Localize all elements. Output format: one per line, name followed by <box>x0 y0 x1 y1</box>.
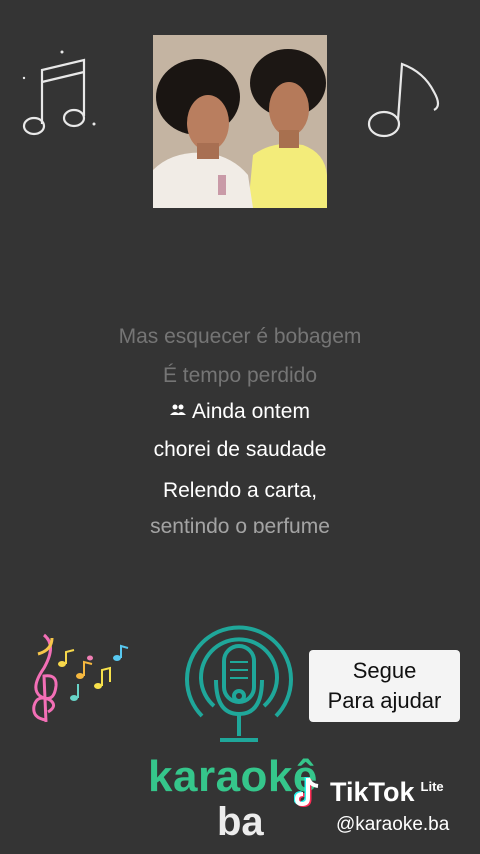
brand-suffix: ba <box>217 800 264 844</box>
follow-prompt-card[interactable]: Segue Para ajudar <box>309 650 460 722</box>
album-cover <box>153 35 327 208</box>
tiktok-watermark: TikTok Lite <box>294 776 444 808</box>
lyric-line-current: chorei de saudade <box>153 438 327 461</box>
lyric-line-current: Ainda ontem <box>0 399 480 425</box>
lyric-line-next: sentindo o perfume <box>150 515 330 533</box>
tiktok-wordmark: TikTok <box>330 776 415 807</box>
creator-handle[interactable]: @karaoke.ba <box>336 814 449 836</box>
double-music-note-icon <box>22 50 96 136</box>
single-music-note-icon <box>367 62 440 138</box>
tiktok-lite-badge: Lite <box>420 778 444 794</box>
lyric-line-previous: Mas esquecer é bobagem <box>118 325 362 348</box>
follow-prompt-line2: Para ajudar <box>327 688 442 713</box>
lyric-line-current: Relendo a carta, <box>162 479 318 502</box>
tiktok-logo-icon <box>294 777 319 808</box>
lyric-text: Ainda ontem <box>192 400 310 423</box>
lyric-line-previous: É tempo perdido <box>162 364 318 387</box>
follow-prompt-line1: Segue <box>352 658 417 683</box>
lyric-fade: sentindo o perfume <box>0 505 480 533</box>
colorful-notes-icon <box>32 633 129 723</box>
brand-name: karaokê <box>148 752 318 801</box>
microphone-logo-icon <box>185 625 293 742</box>
duet-singers-icon <box>170 397 187 423</box>
